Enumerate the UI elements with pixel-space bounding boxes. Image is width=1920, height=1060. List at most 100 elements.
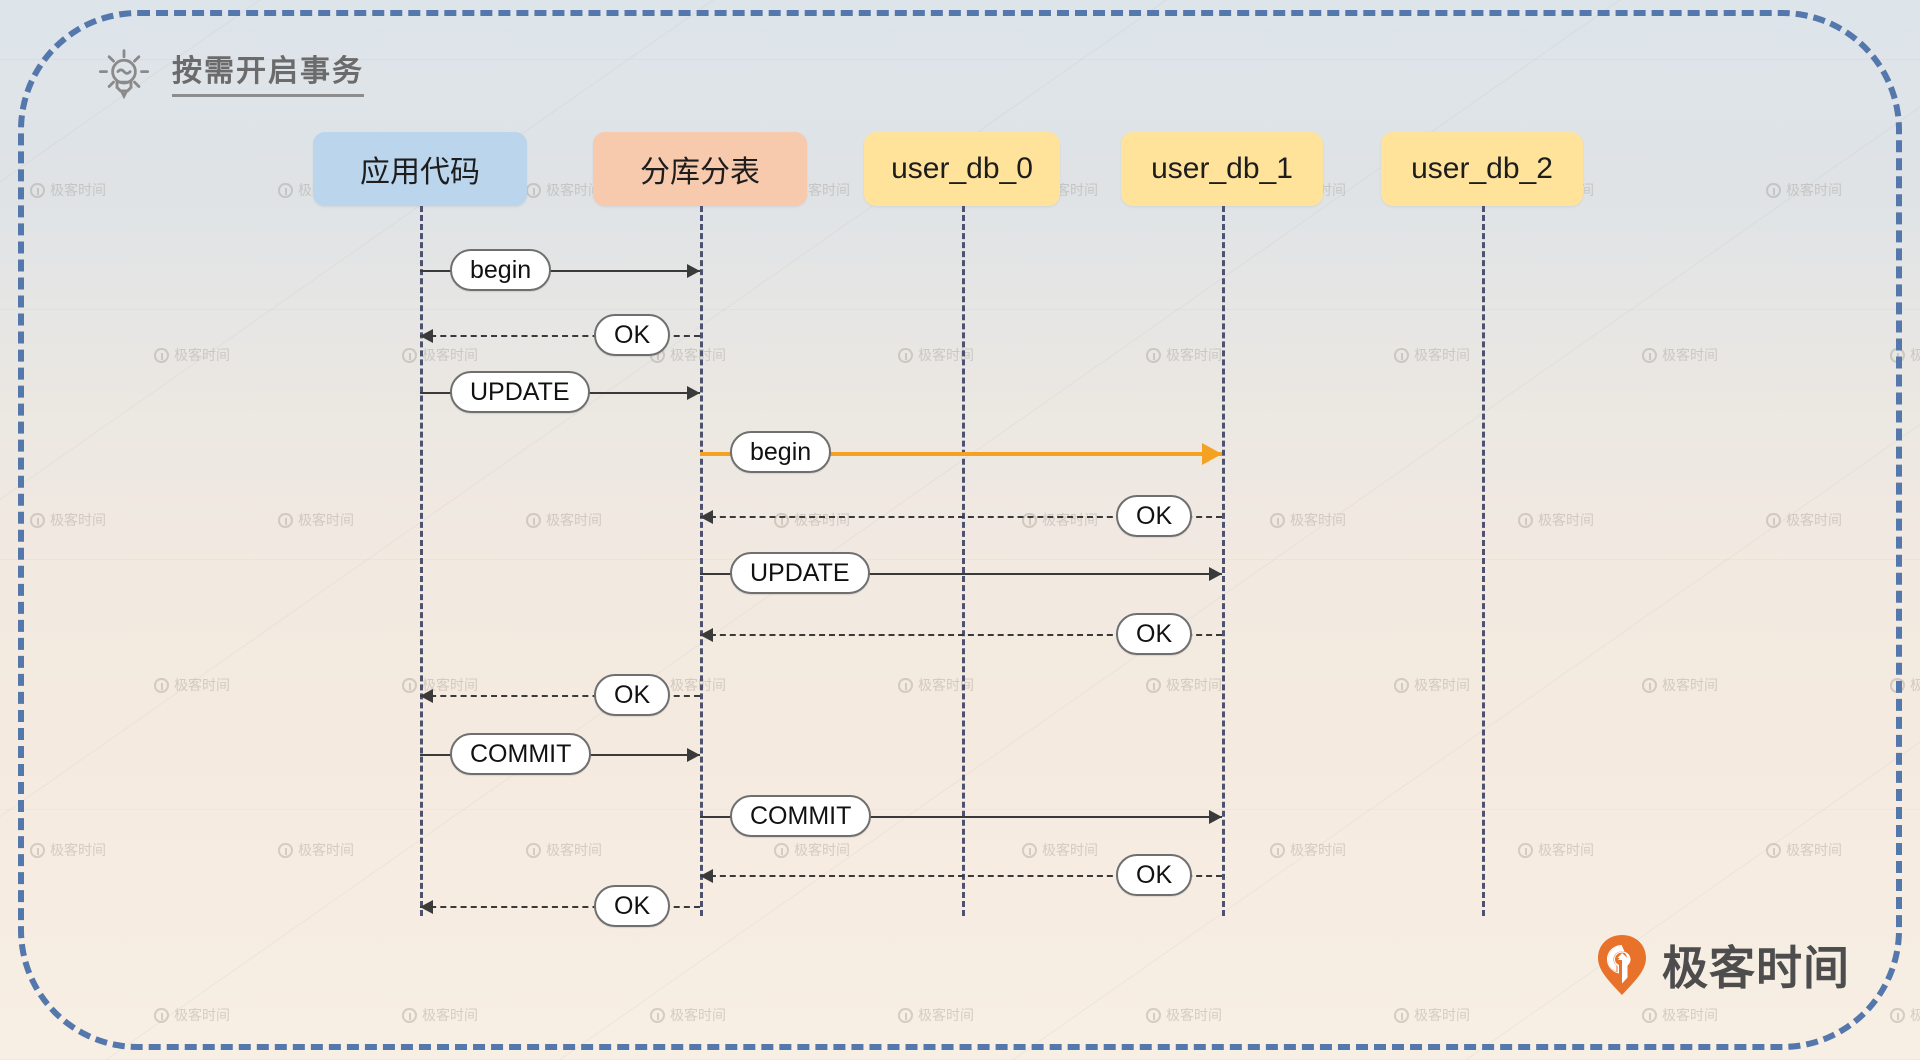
participant-app[interactable]: 应用代码 bbox=[313, 132, 527, 206]
watermark-text: 极客时间 bbox=[546, 512, 602, 528]
message-arrowhead bbox=[687, 386, 700, 400]
message-label: COMMIT bbox=[730, 795, 872, 837]
diagram-canvas: 极客时间 极客时间 极客时间 极客时间 极客时间 极客时间 极客时间 极客时间 极客时间 极客时间… bbox=[0, 0, 1920, 1060]
participant-label: 应用代码 bbox=[360, 156, 480, 189]
watermark-item: 极客时间 bbox=[1890, 345, 1920, 365]
watermark-mark-icon bbox=[526, 182, 541, 198]
watermark-item: 极客时间 bbox=[1146, 345, 1222, 365]
watermark-text: 极客时间 bbox=[794, 842, 850, 858]
watermark-mark-icon bbox=[1518, 512, 1533, 528]
participant-label: user_db_0 bbox=[891, 152, 1033, 185]
watermark-mark-icon bbox=[1890, 347, 1905, 363]
watermark-item: 极客时间 bbox=[526, 180, 602, 200]
brand-logo-text: 极客时间 bbox=[1662, 942, 1850, 994]
watermark-text: 极客时间 bbox=[1166, 347, 1222, 363]
watermark-mark-icon bbox=[402, 347, 417, 363]
watermark-item: 极客时间 bbox=[1766, 840, 1842, 860]
watermark-mark-icon bbox=[1394, 677, 1409, 693]
watermark-mark-icon bbox=[1766, 842, 1781, 858]
watermark-text: 极客时间 bbox=[1786, 182, 1842, 198]
watermark-text: 极客时间 bbox=[1786, 512, 1842, 528]
lifeline-user_db_1 bbox=[1222, 206, 1225, 916]
lifeline-user_db_2 bbox=[1482, 206, 1485, 916]
watermark-mark-icon bbox=[1642, 1007, 1657, 1023]
watermark-mark-icon bbox=[526, 512, 541, 528]
message-label: UPDATE bbox=[450, 371, 590, 413]
watermark-item: 极客时间 bbox=[1394, 1005, 1470, 1025]
watermark-text: 极客时间 bbox=[1662, 677, 1718, 693]
watermark-item: 极客时间 bbox=[526, 510, 602, 530]
watermark-text: 极客时间 bbox=[670, 677, 726, 693]
message-arrowhead bbox=[420, 329, 433, 343]
watermark-mark-icon bbox=[898, 347, 913, 363]
heading-title: 按需开启事务 bbox=[172, 55, 364, 97]
watermark-item: 极客时间 bbox=[1766, 180, 1842, 200]
participant-label: user_db_2 bbox=[1411, 152, 1553, 185]
watermark-item: 极客时间 bbox=[1146, 1005, 1222, 1025]
message-label: OK bbox=[1116, 495, 1193, 537]
watermark-mark-icon bbox=[898, 1007, 913, 1023]
watermark-text: 极客时间 bbox=[422, 347, 478, 363]
watermark-text: 极客时间 bbox=[1910, 347, 1920, 363]
message-arrowhead bbox=[420, 900, 433, 914]
watermark-item: 极客时间 bbox=[1146, 675, 1222, 695]
watermark-item: 极客时间 bbox=[1394, 675, 1470, 695]
message-arrowhead bbox=[700, 628, 713, 642]
watermark-text: 极客时间 bbox=[1414, 1007, 1470, 1023]
watermark-text: 极客时间 bbox=[1662, 1007, 1718, 1023]
watermark-mark-icon bbox=[278, 512, 293, 528]
watermark-mark-icon bbox=[1270, 842, 1285, 858]
watermark-mark-icon bbox=[154, 347, 169, 363]
watermark-text: 极客时间 bbox=[50, 842, 106, 858]
watermark-text: 极客时间 bbox=[1166, 1007, 1222, 1023]
watermark-text: 极客时间 bbox=[1166, 677, 1222, 693]
watermark-item: 极客时间 bbox=[1270, 840, 1346, 860]
watermark-mark-icon bbox=[1766, 512, 1781, 528]
lightbulb-icon bbox=[98, 49, 150, 100]
watermark-item: 极客时间 bbox=[774, 510, 850, 530]
message-label: begin bbox=[450, 249, 552, 291]
watermark-item: 极客时间 bbox=[650, 1005, 726, 1025]
participant-sharding[interactable]: 分库分表 bbox=[593, 132, 807, 206]
watermark-mark-icon bbox=[30, 512, 45, 528]
message-label: OK bbox=[594, 314, 671, 356]
watermark-mark-icon bbox=[278, 182, 293, 198]
watermark-item: 极客时间 bbox=[278, 510, 354, 530]
participant-user_db_0[interactable]: user_db_0 bbox=[864, 132, 1060, 206]
watermark-text: 极客时间 bbox=[298, 512, 354, 528]
watermark-text: 极客时间 bbox=[1538, 842, 1594, 858]
watermark-mark-icon bbox=[1146, 347, 1161, 363]
watermark-mark-icon bbox=[30, 842, 45, 858]
participant-user_db_1[interactable]: user_db_1 bbox=[1121, 132, 1323, 206]
watermark-item: 极客时间 bbox=[1766, 510, 1842, 530]
watermark-text: 极客时间 bbox=[1042, 512, 1098, 528]
watermark-item: 极客时间 bbox=[154, 675, 230, 695]
watermark-text: 极客时间 bbox=[918, 1007, 974, 1023]
watermark-mark-icon bbox=[1518, 842, 1533, 858]
watermark-item: 极客时间 bbox=[1022, 840, 1098, 860]
lifeline-app bbox=[420, 206, 423, 916]
watermark-text: 极客时间 bbox=[1414, 347, 1470, 363]
message-arrowhead bbox=[700, 869, 713, 883]
watermark-mark-icon bbox=[650, 1007, 665, 1023]
watermark-text: 极客时间 bbox=[174, 1007, 230, 1023]
watermark-text: 极客时间 bbox=[670, 347, 726, 363]
watermark-text: 极客时间 bbox=[1910, 1007, 1920, 1023]
watermark-mark-icon bbox=[1394, 347, 1409, 363]
watermark-text: 极客时间 bbox=[546, 842, 602, 858]
watermark-text: 极客时间 bbox=[918, 347, 974, 363]
watermark-mark-icon bbox=[1394, 1007, 1409, 1023]
watermark-item: 极客时间 bbox=[1890, 675, 1920, 695]
watermark-mark-icon bbox=[774, 842, 789, 858]
participant-label: user_db_1 bbox=[1151, 152, 1293, 185]
watermark-text: 极客时间 bbox=[918, 677, 974, 693]
watermark-text: 极客时间 bbox=[1414, 677, 1470, 693]
watermark-mark-icon bbox=[1022, 512, 1037, 528]
watermark-mark-icon bbox=[1022, 842, 1037, 858]
watermark-text: 极客时间 bbox=[50, 512, 106, 528]
watermark-item: 极客时间 bbox=[402, 675, 478, 695]
watermark-item: 极客时间 bbox=[154, 1005, 230, 1025]
watermark-text: 极客时间 bbox=[1786, 842, 1842, 858]
watermark-item: 极客时间 bbox=[1642, 675, 1718, 695]
participant-user_db_2[interactable]: user_db_2 bbox=[1381, 132, 1583, 206]
